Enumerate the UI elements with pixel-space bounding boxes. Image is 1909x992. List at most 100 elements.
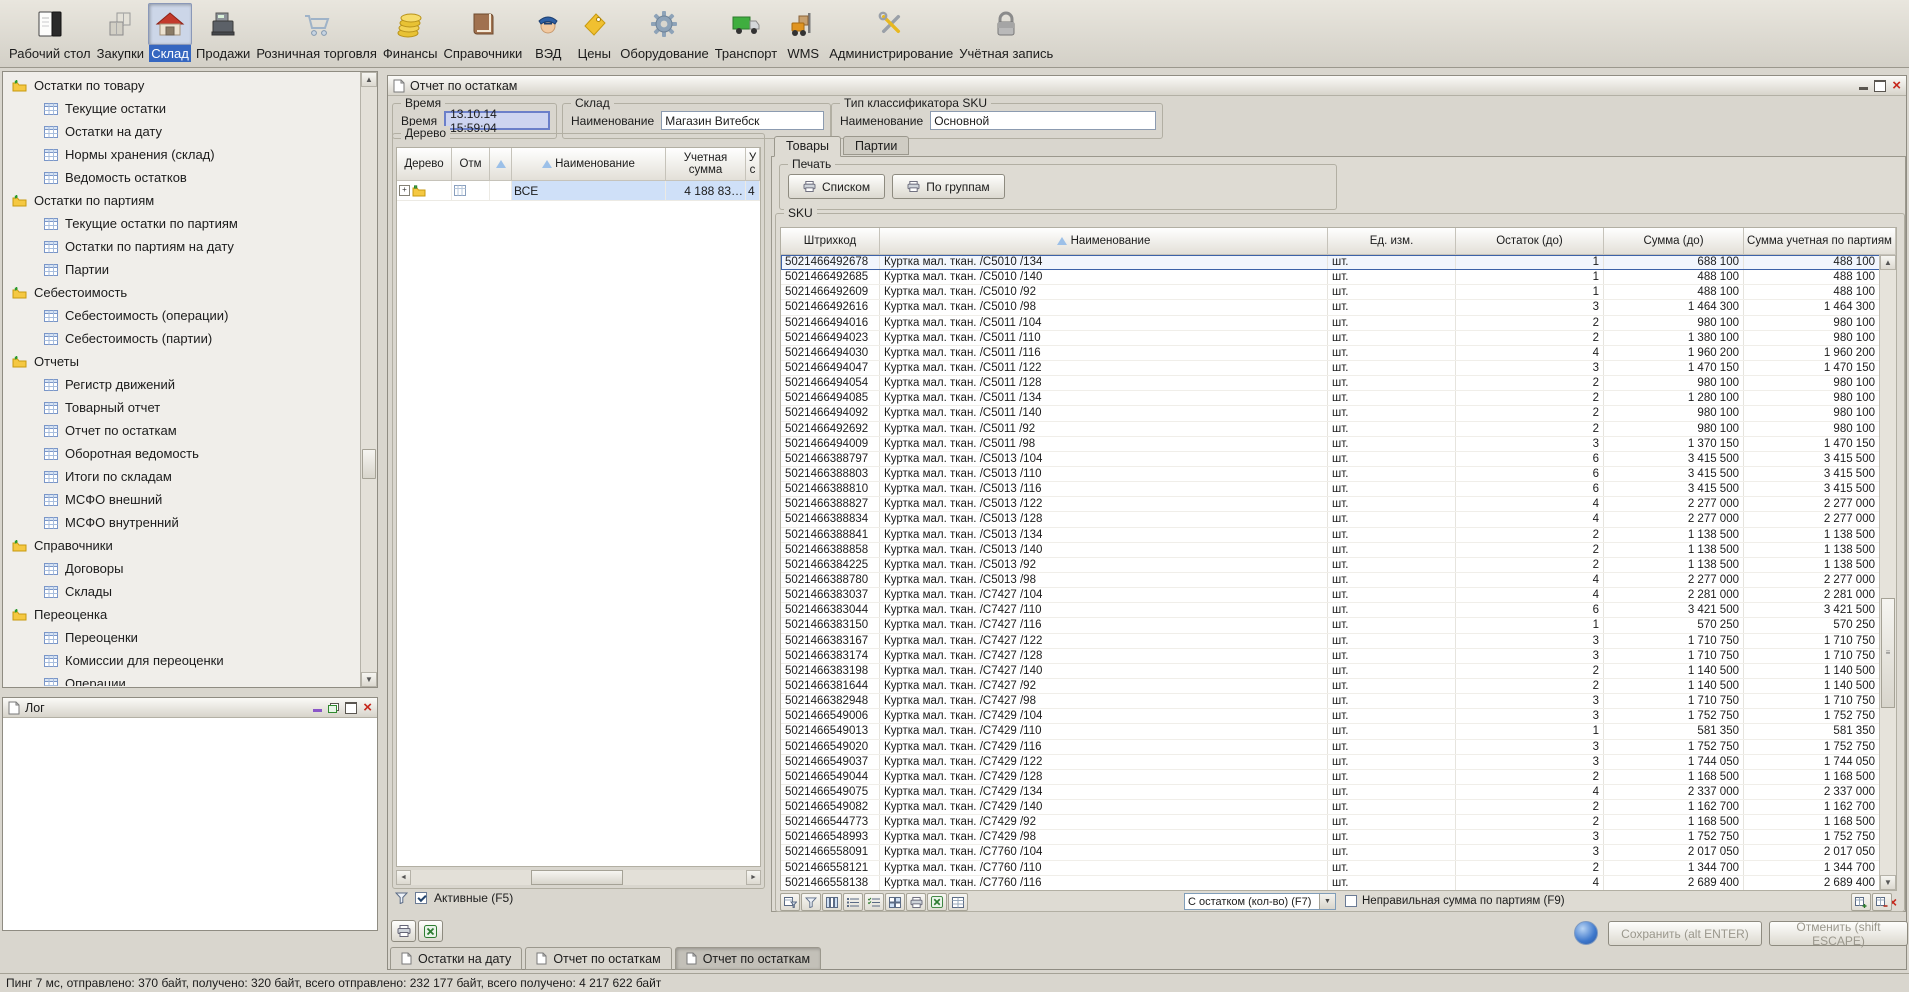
table-row[interactable]: 5021466383174Куртка мал. ткан. /C7427 /1… (781, 649, 1880, 664)
table-row[interactable]: 5021466558138Куртка мал. ткан. /C7760 /1… (781, 876, 1880, 890)
sidebar-scrollbar[interactable]: ▲ ▼ (360, 72, 377, 687)
toolbar-item-14[interactable]: Учётная запись (957, 3, 1055, 62)
col-sum-parties[interactable]: Сумма учетная по партиям (1744, 228, 1896, 255)
toolbar-item-10[interactable]: Оборудование (618, 3, 710, 62)
sidebar-item[interactable]: Ведомость остатков (4, 166, 360, 189)
table-row[interactable]: 5021466492685Куртка мал. ткан. /C5010 /1… (781, 270, 1880, 285)
sidebar-group[interactable]: Себестоимость (4, 281, 360, 304)
document-tab-3[interactable]: Отчет по остаткам (675, 947, 821, 970)
table-row[interactable]: 5021466549020Куртка мал. ткан. /C7429 /1… (781, 740, 1880, 755)
excel-button[interactable] (927, 893, 947, 911)
table-row[interactable]: 5021466388803Куртка мал. ткан. /C5013 /1… (781, 467, 1880, 482)
sidebar-group[interactable]: Отчеты (4, 350, 360, 373)
document-tab-2[interactable]: Отчет по остаткам (525, 947, 671, 970)
checklist-button[interactable] (864, 893, 884, 911)
tree-row-vse[interactable]: + ВСЕ 4 188 83… 4 (397, 181, 760, 201)
table-row[interactable]: 5021466549044Куртка мал. ткан. /C7429 /1… (781, 770, 1880, 785)
table-row[interactable]: 5021466388780Куртка мал. ткан. /C5013 /9… (781, 573, 1880, 588)
sidebar-group[interactable]: Остатки по партиям (4, 189, 360, 212)
table-row[interactable]: 5021466388797Куртка мал. ткан. /C5013 /1… (781, 452, 1880, 467)
table-row[interactable]: 5021466549013Куртка мал. ткан. /C7429 /1… (781, 724, 1880, 739)
toolbar-item-12[interactable]: WMS (781, 3, 825, 62)
table-row[interactable]: 5021466492692Куртка мал. ткан. /C5011 /9… (781, 422, 1880, 437)
tree-hscrollbar[interactable]: ◄ ► (396, 870, 761, 885)
sidebar-item[interactable]: Себестоимость (операции) (4, 304, 360, 327)
tree-col-sort[interactable] (490, 148, 512, 181)
scroll-right-icon[interactable]: ► (746, 870, 761, 885)
sidebar-item[interactable]: Нормы хранения (склад) (4, 143, 360, 166)
maximize-icon[interactable] (345, 702, 357, 714)
funnel-icon[interactable] (395, 892, 408, 904)
scroll-up-icon[interactable]: ▲ (361, 72, 377, 87)
col-qty[interactable]: Остаток (до) (1456, 228, 1604, 255)
grid-button[interactable] (948, 893, 968, 911)
tree-col-sum[interactable]: Учетная сумма (666, 148, 746, 181)
funnel-button[interactable] (801, 893, 821, 911)
list-button[interactable] (843, 893, 863, 911)
sidebar-item[interactable]: Договоры (4, 557, 360, 580)
col-name[interactable]: Наименование (880, 228, 1328, 255)
active-filter-checkbox[interactable] (415, 892, 427, 904)
table-row[interactable]: 5021466548993Куртка мал. ткан. /C7429 /9… (781, 830, 1880, 845)
table-row[interactable]: 5021466381644Куртка мал. ткан. /C7427 /9… (781, 679, 1880, 694)
sidebar-item[interactable]: Отчет по остаткам (4, 419, 360, 442)
table-row[interactable]: 5021466558091Куртка мал. ткан. /C7760 /1… (781, 845, 1880, 860)
sku-scrollbar[interactable]: ▲ ≡ ▼ (1879, 255, 1896, 890)
sidebar-item[interactable]: Операции (4, 672, 360, 686)
sidebar-item[interactable]: Регистр движений (4, 373, 360, 396)
table-row[interactable]: 5021466492609Куртка мал. ткан. /C5010 /9… (781, 285, 1880, 300)
refresh-orb-button[interactable] (1574, 921, 1598, 945)
table-row[interactable]: 5021466383037Куртка мал. ткан. /C7427 /1… (781, 588, 1880, 603)
tree-col-cut[interactable]: У с (746, 148, 760, 181)
sidebar-item[interactable]: Себестоимость (партии) (4, 327, 360, 350)
toolbar-item-5[interactable]: Розничная торговля (254, 3, 379, 62)
table-row[interactable]: 5021466382948Куртка мал. ткан. /C7427 /9… (781, 694, 1880, 709)
table-row[interactable]: 5021466492678Куртка мал. ткан. /C5010 /1… (781, 255, 1880, 270)
table-row[interactable]: 5021466549082Куртка мал. ткан. /C7429 /1… (781, 800, 1880, 815)
table-row[interactable]: 5021466388810Куртка мал. ткан. /C5013 /1… (781, 482, 1880, 497)
sidebar-item[interactable]: Текущие остатки (4, 97, 360, 120)
toolbar-item-8[interactable]: ВЭД (526, 3, 570, 62)
tab-active[interactable]: Товары (774, 136, 841, 157)
table-row[interactable]: 5021466494092Куртка мал. ткан. /C5011 /1… (781, 406, 1880, 421)
scroll-up-icon[interactable]: ▲ (1880, 255, 1896, 270)
grid-plus-button[interactable] (1851, 893, 1871, 911)
sku-type-field[interactable]: Основной (930, 111, 1156, 130)
table-row[interactable]: 5021466549075Куртка мал. ткан. /C7429 /1… (781, 785, 1880, 800)
scroll-down-icon[interactable]: ▼ (1880, 875, 1896, 890)
scroll-thumb[interactable]: ≡ (1881, 598, 1895, 708)
sidebar-item[interactable]: Переоценки (4, 626, 360, 649)
toolbar-item-1[interactable]: Рабочий стол (7, 3, 93, 62)
sidebar-item[interactable]: МСФО внутренний (4, 511, 360, 534)
time-field[interactable]: 13.10.14 15:59:04 (444, 111, 550, 130)
table-row[interactable]: 5021466494009Куртка мал. ткан. /C5011 /9… (781, 437, 1880, 452)
toolbar-item-9[interactable]: Цены (572, 3, 616, 62)
toolbar-item-4[interactable]: Продажи (194, 3, 252, 62)
table-row[interactable]: 5021466494047Куртка мал. ткан. /C5011 /1… (781, 361, 1880, 376)
table-row[interactable]: 5021466383167Куртка мал. ткан. /C7427 /1… (781, 634, 1880, 649)
sidebar-item[interactable]: Итоги по складам (4, 465, 360, 488)
grid-minus-button[interactable] (1872, 893, 1892, 911)
table-row[interactable]: 5021466388834Куртка мал. ткан. /C5013 /1… (781, 512, 1880, 527)
tree-col-otm[interactable]: Отм (452, 148, 490, 181)
table-row[interactable]: 5021466494016Куртка мал. ткан. /C5011 /1… (781, 316, 1880, 331)
sidebar-group[interactable]: Остатки по товару (4, 74, 360, 97)
table-row[interactable]: 5021466383150Куртка мал. ткан. /C7427 /1… (781, 618, 1880, 633)
check-table-icon[interactable] (454, 185, 466, 196)
col-unit[interactable]: Ед. изм. (1328, 228, 1456, 255)
table-row[interactable]: 5021466384225Куртка мал. ткан. /C5013 /9… (781, 558, 1880, 573)
table-row[interactable]: 5021466494054Куртка мал. ткан. /C5011 /1… (781, 376, 1880, 391)
table-row[interactable]: 5021466549006Куртка мал. ткан. /C7429 /1… (781, 709, 1880, 724)
wrong-sum-checkbox[interactable] (1345, 895, 1357, 907)
table-row[interactable]: 5021466388858Куртка мал. ткан. /C5013 /1… (781, 543, 1880, 558)
print-button[interactable] (391, 920, 416, 942)
maximize-icon[interactable] (1874, 80, 1886, 92)
toolbar-item-7[interactable]: Справочники (442, 3, 525, 62)
table-row[interactable]: 5021466494030Куртка мал. ткан. /C5011 /1… (781, 346, 1880, 361)
table-row[interactable]: 5021466549037Куртка мал. ткан. /C7429 /1… (781, 755, 1880, 770)
toolbar-item-2[interactable]: Закупки (95, 3, 146, 62)
sidebar-group[interactable]: Справочники (4, 534, 360, 557)
toolbar-item-11[interactable]: Транспорт (713, 3, 780, 62)
table-row[interactable]: 5021466388841Куртка мал. ткан. /C5013 /1… (781, 528, 1880, 543)
warehouse-name-field[interactable]: Магазин Витебск (661, 111, 824, 130)
